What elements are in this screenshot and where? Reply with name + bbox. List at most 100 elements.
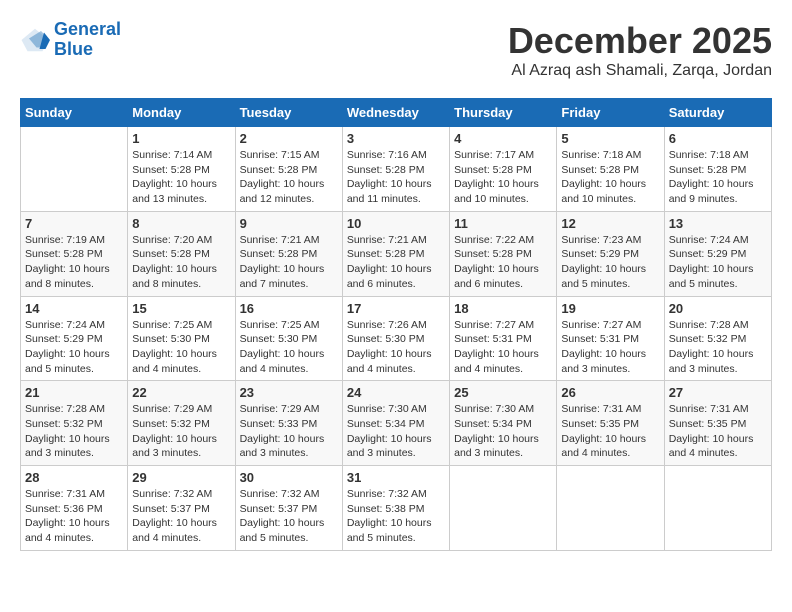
day-info: Sunrise: 7:31 AM Sunset: 5:35 PM Dayligh… — [561, 402, 659, 461]
calendar-week-row: 7 Sunrise: 7:19 AM Sunset: 5:28 PM Daylig… — [21, 211, 772, 296]
day-number: 1 — [132, 131, 230, 146]
day-number: 26 — [561, 385, 659, 400]
day-number: 3 — [347, 131, 445, 146]
calendar-day-cell: 7 Sunrise: 7:19 AM Sunset: 5:28 PM Daylig… — [21, 211, 128, 296]
calendar-day-cell — [450, 466, 557, 551]
day-info: Sunrise: 7:32 AM Sunset: 5:37 PM Dayligh… — [240, 487, 338, 546]
day-number: 30 — [240, 470, 338, 485]
calendar-day-cell: 23Sunrise: 7:29 AM Sunset: 5:33 PM Dayli… — [235, 381, 342, 466]
calendar-day-cell: 11 Sunrise: 7:22 AM Sunset: 5:28 PM Dayli… — [450, 211, 557, 296]
day-number: 24 — [347, 385, 445, 400]
day-info: Sunrise: 7:29 AM Sunset: 5:32 PM Dayligh… — [132, 402, 230, 461]
weekday-header-cell: Thursday — [450, 99, 557, 127]
day-info: Sunrise: 7:24 AM Sunset: 5:29 PM Dayligh… — [25, 318, 123, 377]
day-info: Sunrise: 7:32 AM Sunset: 5:37 PM Dayligh… — [132, 487, 230, 546]
day-number: 14 — [25, 301, 123, 316]
calendar-table: SundayMondayTuesdayWednesdayThursdayFrid… — [20, 98, 772, 551]
day-info: Sunrise: 7:23 AM Sunset: 5:29 PM Dayligh… — [561, 233, 659, 292]
day-info: Sunrise: 7:15 AM Sunset: 5:28 PM Dayligh… — [240, 148, 338, 207]
calendar-day-cell — [21, 127, 128, 212]
day-number: 12 — [561, 216, 659, 231]
day-number: 2 — [240, 131, 338, 146]
weekday-header-cell: Wednesday — [342, 99, 449, 127]
day-info: Sunrise: 7:20 AM Sunset: 5:28 PM Dayligh… — [132, 233, 230, 292]
calendar-day-cell: 29 Sunrise: 7:32 AM Sunset: 5:37 PM Dayli… — [128, 466, 235, 551]
day-number: 4 — [454, 131, 552, 146]
calendar-day-cell: 15 Sunrise: 7:25 AM Sunset: 5:30 PM Dayli… — [128, 296, 235, 381]
day-number: 5 — [561, 131, 659, 146]
calendar-day-cell: 21Sunrise: 7:28 AM Sunset: 5:32 PM Dayli… — [21, 381, 128, 466]
day-number: 11 — [454, 216, 552, 231]
logo-line2: Blue — [54, 39, 93, 59]
day-number: 20 — [669, 301, 767, 316]
day-info: Sunrise: 7:30 AM Sunset: 5:34 PM Dayligh… — [347, 402, 445, 461]
day-info: Sunrise: 7:26 AM Sunset: 5:30 PM Dayligh… — [347, 318, 445, 377]
day-info: Sunrise: 7:18 AM Sunset: 5:28 PM Dayligh… — [669, 148, 767, 207]
calendar-week-row: 21Sunrise: 7:28 AM Sunset: 5:32 PM Dayli… — [21, 381, 772, 466]
day-info: Sunrise: 7:28 AM Sunset: 5:32 PM Dayligh… — [25, 402, 123, 461]
calendar-day-cell: 5 Sunrise: 7:18 AM Sunset: 5:28 PM Daylig… — [557, 127, 664, 212]
location-title: Al Azraq ash Shamali, Zarqa, Jordan — [508, 62, 772, 80]
calendar-week-row: 1Sunrise: 7:14 AM Sunset: 5:28 PM Daylig… — [21, 127, 772, 212]
calendar-body: 1Sunrise: 7:14 AM Sunset: 5:28 PM Daylig… — [21, 127, 772, 551]
day-info: Sunrise: 7:30 AM Sunset: 5:34 PM Dayligh… — [454, 402, 552, 461]
calendar-day-cell — [664, 466, 771, 551]
day-number: 27 — [669, 385, 767, 400]
calendar-day-cell: 22 Sunrise: 7:29 AM Sunset: 5:32 PM Dayli… — [128, 381, 235, 466]
day-number: 18 — [454, 301, 552, 316]
day-number: 31 — [347, 470, 445, 485]
weekday-header-cell: Tuesday — [235, 99, 342, 127]
month-title: December 2025 — [508, 20, 772, 62]
day-number: 10 — [347, 216, 445, 231]
calendar-day-cell: 1Sunrise: 7:14 AM Sunset: 5:28 PM Daylig… — [128, 127, 235, 212]
weekday-header-cell: Friday — [557, 99, 664, 127]
logo: General Blue — [20, 20, 121, 60]
calendar-day-cell: 17Sunrise: 7:26 AM Sunset: 5:30 PM Dayli… — [342, 296, 449, 381]
calendar-day-cell: 26 Sunrise: 7:31 AM Sunset: 5:35 PM Dayli… — [557, 381, 664, 466]
weekday-header-cell: Monday — [128, 99, 235, 127]
day-number: 8 — [132, 216, 230, 231]
day-number: 25 — [454, 385, 552, 400]
calendar-day-cell: 8 Sunrise: 7:20 AM Sunset: 5:28 PM Daylig… — [128, 211, 235, 296]
calendar-day-cell: 16Sunrise: 7:25 AM Sunset: 5:30 PM Dayli… — [235, 296, 342, 381]
title-section: December 2025 Al Azraq ash Shamali, Zarq… — [508, 20, 772, 80]
day-info: Sunrise: 7:31 AM Sunset: 5:36 PM Dayligh… — [25, 487, 123, 546]
calendar-day-cell: 4 Sunrise: 7:17 AM Sunset: 5:28 PM Daylig… — [450, 127, 557, 212]
day-info: Sunrise: 7:31 AM Sunset: 5:35 PM Dayligh… — [669, 402, 767, 461]
calendar-day-cell: 9 Sunrise: 7:21 AM Sunset: 5:28 PM Daylig… — [235, 211, 342, 296]
weekday-header-cell: Sunday — [21, 99, 128, 127]
day-info: Sunrise: 7:19 AM Sunset: 5:28 PM Dayligh… — [25, 233, 123, 292]
calendar-day-cell: 12 Sunrise: 7:23 AM Sunset: 5:29 PM Dayli… — [557, 211, 664, 296]
day-number: 19 — [561, 301, 659, 316]
day-number: 22 — [132, 385, 230, 400]
calendar-day-cell: 14 Sunrise: 7:24 AM Sunset: 5:29 PM Dayli… — [21, 296, 128, 381]
day-info: Sunrise: 7:21 AM Sunset: 5:28 PM Dayligh… — [347, 233, 445, 292]
weekday-header-cell: Saturday — [664, 99, 771, 127]
day-number: 9 — [240, 216, 338, 231]
day-info: Sunrise: 7:27 AM Sunset: 5:31 PM Dayligh… — [561, 318, 659, 377]
calendar-day-cell: 31Sunrise: 7:32 AM Sunset: 5:38 PM Dayli… — [342, 466, 449, 551]
day-info: Sunrise: 7:25 AM Sunset: 5:30 PM Dayligh… — [132, 318, 230, 377]
day-info: Sunrise: 7:18 AM Sunset: 5:28 PM Dayligh… — [561, 148, 659, 207]
calendar-week-row: 28 Sunrise: 7:31 AM Sunset: 5:36 PM Dayli… — [21, 466, 772, 551]
day-number: 28 — [25, 470, 123, 485]
day-info: Sunrise: 7:17 AM Sunset: 5:28 PM Dayligh… — [454, 148, 552, 207]
day-number: 7 — [25, 216, 123, 231]
day-info: Sunrise: 7:21 AM Sunset: 5:28 PM Dayligh… — [240, 233, 338, 292]
day-info: Sunrise: 7:22 AM Sunset: 5:28 PM Dayligh… — [454, 233, 552, 292]
day-info: Sunrise: 7:27 AM Sunset: 5:31 PM Dayligh… — [454, 318, 552, 377]
calendar-day-cell: 2 Sunrise: 7:15 AM Sunset: 5:28 PM Daylig… — [235, 127, 342, 212]
day-info: Sunrise: 7:28 AM Sunset: 5:32 PM Dayligh… — [669, 318, 767, 377]
calendar-day-cell: 6 Sunrise: 7:18 AM Sunset: 5:28 PM Daylig… — [664, 127, 771, 212]
calendar-day-cell: 28 Sunrise: 7:31 AM Sunset: 5:36 PM Dayli… — [21, 466, 128, 551]
day-number: 6 — [669, 131, 767, 146]
logo-line1: General — [54, 19, 121, 39]
calendar-day-cell: 20 Sunrise: 7:28 AM Sunset: 5:32 PM Dayli… — [664, 296, 771, 381]
day-info: Sunrise: 7:24 AM Sunset: 5:29 PM Dayligh… — [669, 233, 767, 292]
day-number: 29 — [132, 470, 230, 485]
calendar-day-cell: 30 Sunrise: 7:32 AM Sunset: 5:37 PM Dayli… — [235, 466, 342, 551]
day-number: 15 — [132, 301, 230, 316]
day-number: 13 — [669, 216, 767, 231]
calendar-day-cell — [557, 466, 664, 551]
calendar-day-cell: 25 Sunrise: 7:30 AM Sunset: 5:34 PM Dayli… — [450, 381, 557, 466]
